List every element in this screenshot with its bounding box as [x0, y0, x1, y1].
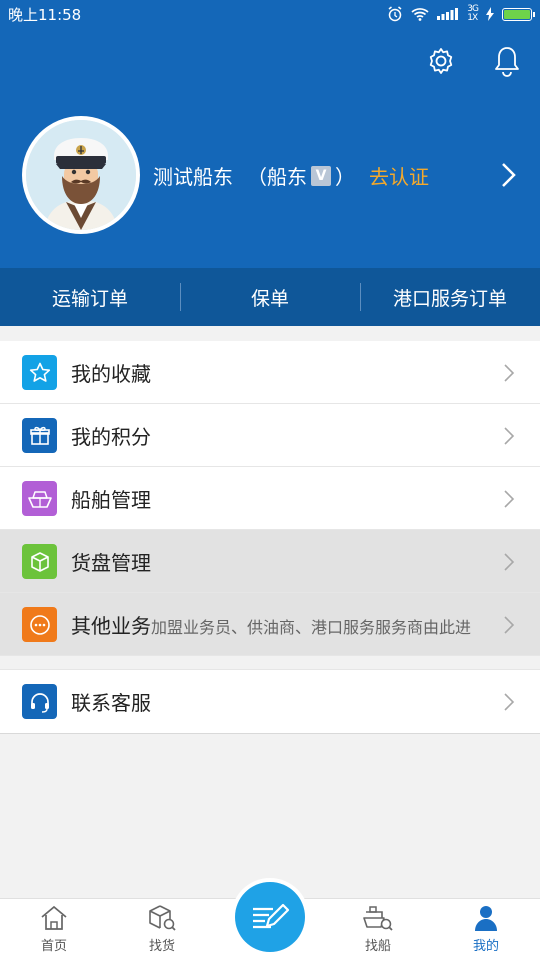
chevron-right-icon [504, 616, 515, 634]
tab-insurance[interactable]: 保单 [180, 268, 360, 326]
nav-label: 我的 [472, 939, 499, 954]
chevron-right-icon [504, 427, 515, 445]
profile-name-row[interactable]: 测试船东 （船东 V ） [153, 161, 355, 190]
signal-icon [437, 8, 459, 20]
role-close: ） [335, 165, 355, 189]
tab-transport-orders[interactable]: 运输订单 [0, 268, 180, 326]
chevron-right-icon [504, 490, 515, 508]
tab-port-service-orders[interactable]: 港口服务订单 [360, 268, 540, 326]
nav-profile[interactable]: 我的 [446, 899, 526, 960]
status-icons: 3G 1X [387, 4, 535, 23]
gift-icon [22, 418, 57, 453]
bell-icon[interactable] [489, 43, 525, 79]
find-ship-icon [363, 906, 393, 931]
headset-icon [22, 684, 57, 719]
charging-icon [486, 7, 494, 21]
chevron-right-icon [504, 364, 515, 382]
menu-label: 我的收藏 [71, 361, 151, 386]
menu-label-with-sub: 其他业务加盟业务员、供油商、港口服务服务商由此进 [71, 610, 471, 639]
profile-icon [475, 906, 497, 931]
username: 测试船东 [153, 165, 233, 189]
menu-item-ship-management[interactable]: 船舶管理 [0, 467, 540, 530]
menu-list-secondary: 联系客服 [0, 669, 540, 734]
profile-header: 测试船东 （船东 V ） 去认证 [0, 28, 540, 268]
find-cargo-icon [149, 905, 176, 931]
menu-item-points[interactable]: 我的积分 [0, 404, 540, 467]
chevron-right-icon[interactable] [498, 158, 520, 192]
settings-icon[interactable] [423, 43, 459, 79]
home-icon [41, 905, 67, 930]
nav-find-cargo[interactable]: 找货 [122, 899, 202, 960]
avatar[interactable] [22, 116, 140, 234]
role-label: （船东 [247, 165, 307, 189]
more-icon [22, 607, 57, 642]
status-bar: 晚上11:58 3G 1X [0, 0, 540, 28]
chevron-right-icon [504, 553, 515, 571]
verified-badge: V [311, 165, 331, 186]
captain-avatar-image [26, 120, 136, 230]
nav-label: 找船 [364, 939, 391, 954]
status-time: 晚上11:58 [8, 5, 82, 24]
nav-label: 首页 [40, 939, 67, 954]
publish-button[interactable] [235, 882, 305, 952]
wifi-icon [411, 8, 429, 21]
menu-subtitle: 加盟业务员、供油商、港口服务服务商由此进 [151, 617, 472, 637]
nav-find-ship[interactable]: 找船 [338, 899, 418, 960]
menu-item-customer-service[interactable]: 联系客服 [0, 670, 540, 733]
alarm-icon [388, 6, 402, 22]
menu-item-cargo-management[interactable]: 货盘管理 [0, 530, 540, 593]
menu-label: 船舶管理 [71, 487, 151, 512]
compose-icon [253, 903, 290, 929]
menu-label: 联系客服 [71, 691, 151, 715]
star-icon [22, 355, 57, 390]
network-type: 3G 1X [467, 4, 479, 23]
verify-link[interactable]: 去认证 [369, 161, 429, 190]
menu-label: 其他业务 [71, 613, 151, 638]
nav-home[interactable]: 首页 [14, 899, 94, 960]
menu-label: 我的积分 [71, 424, 151, 449]
ship-icon [22, 481, 57, 516]
menu-list: 我的收藏 我的积分 船舶管理 货盘管理 其他业务加盟业务员、供油商、港口服务服务… [0, 341, 540, 656]
box-icon [22, 544, 57, 579]
order-tabs: 运输订单 保单 港口服务订单 [0, 268, 540, 326]
menu-item-other-business[interactable]: 其他业务加盟业务员、供油商、港口服务服务商由此进 [0, 593, 540, 656]
menu-item-favorites[interactable]: 我的收藏 [0, 341, 540, 404]
chevron-right-icon [504, 693, 515, 711]
menu-label: 货盘管理 [71, 550, 151, 575]
nav-label: 找货 [148, 939, 175, 954]
battery-icon [502, 7, 535, 21]
